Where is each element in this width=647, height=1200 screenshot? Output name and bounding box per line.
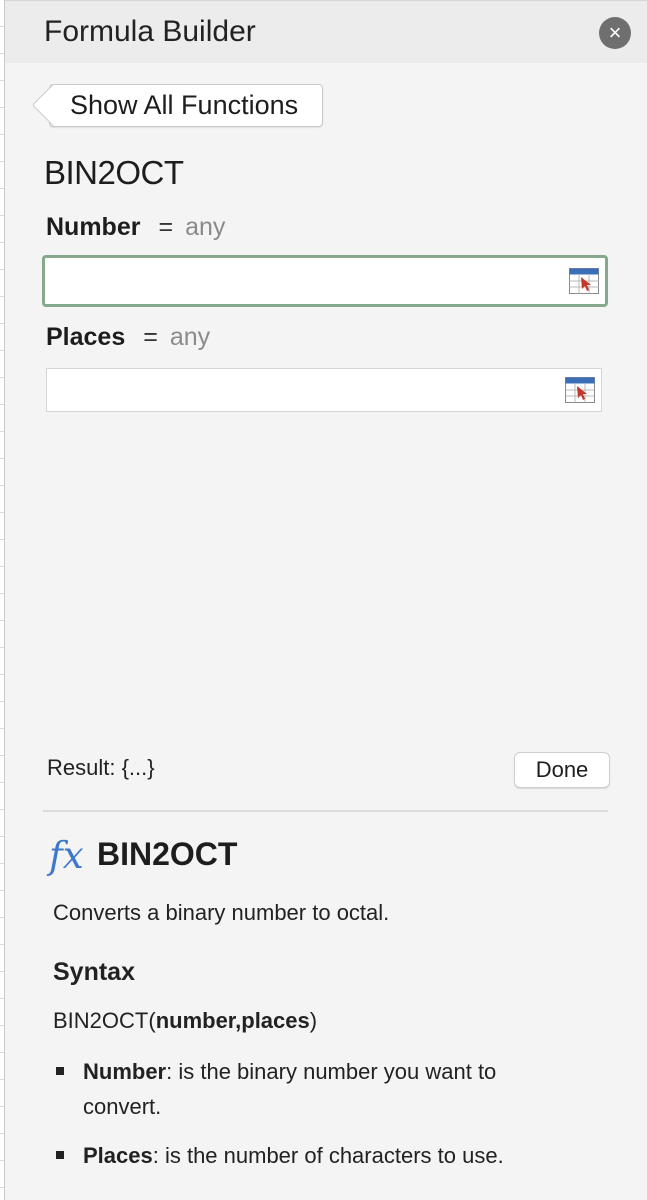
argument-label-number: Number = any [46, 213, 225, 242]
argument-label-places: Places = any [46, 323, 210, 352]
cell-reference-icon[interactable] [569, 268, 599, 294]
bullet-text: : is the number of characters to use. [152, 1143, 504, 1168]
panel-header: Formula Builder × [5, 0, 647, 63]
list-item: Number: is the binary number you want to… [53, 1054, 573, 1124]
done-button[interactable]: Done [514, 752, 610, 788]
syntax-heading: Syntax [53, 958, 135, 986]
list-item: Places: is the number of characters to u… [53, 1138, 573, 1173]
argument-name: Places [46, 323, 126, 351]
places-argument-field[interactable] [46, 368, 602, 413]
syntax-args: number,places [155, 1008, 310, 1033]
bullet-term: Number [83, 1059, 167, 1084]
number-argument-field[interactable] [42, 255, 608, 307]
divider [43, 810, 608, 812]
argument-help-list: Number: is the binary number you want to… [53, 1054, 573, 1187]
syntax-suffix: ) [309, 1008, 318, 1033]
syntax-line: BIN2OCT(number,places) [53, 1008, 317, 1034]
panel-title: Formula Builder [44, 15, 256, 48]
argument-name: Number [46, 213, 141, 241]
close-icon[interactable]: × [599, 17, 631, 49]
equals-sign: = [143, 323, 158, 351]
cell-reference-icon[interactable] [565, 377, 595, 403]
number-argument-input[interactable] [51, 258, 555, 306]
function-name: BIN2OCT [44, 154, 184, 191]
show-all-functions-label: Show All Functions [70, 90, 299, 120]
show-all-functions-button[interactable]: Show All Functions [49, 84, 324, 127]
result-text: Result: {...} [47, 755, 155, 780]
formula-builder-panel: Formula Builder × Show All Functions BIN… [5, 0, 647, 1200]
argument-type: any [169, 323, 211, 351]
help-function-title: BIN2OCT [97, 836, 238, 872]
bullet-term: Places [83, 1143, 153, 1168]
help-description: Converts a binary number to octal. [53, 900, 390, 925]
equals-sign: = [158, 213, 174, 241]
argument-type: any [185, 213, 226, 241]
fx-icon: fx [49, 834, 84, 877]
syntax-prefix: BIN2OCT( [53, 1008, 156, 1033]
places-argument-input[interactable] [53, 369, 557, 413]
